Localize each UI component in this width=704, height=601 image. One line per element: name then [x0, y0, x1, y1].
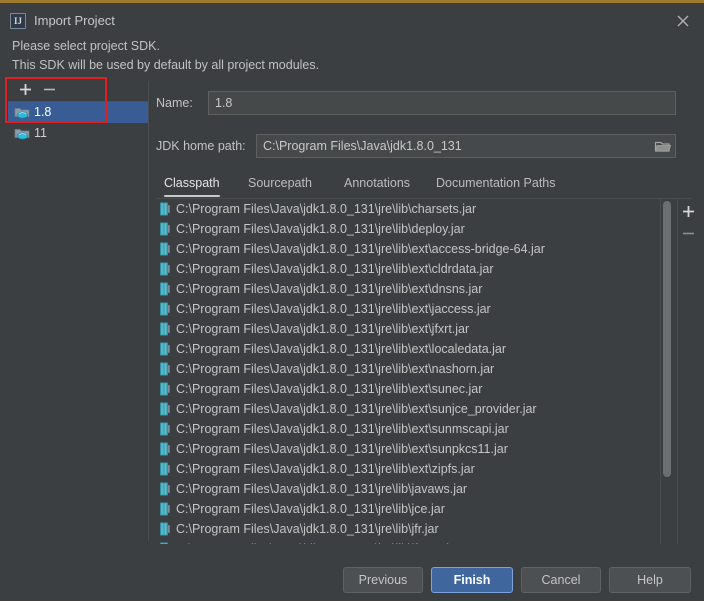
classpath-scrollbar[interactable]	[660, 199, 673, 544]
intellij-idea-icon: IJ	[10, 13, 26, 29]
classpath-entry[interactable]: C:\Program Files\Java\jdk1.8.0_131\jre\l…	[156, 339, 660, 359]
jar-file-icon	[158, 382, 172, 396]
classpath-entry-path: C:\Program Files\Java\jdk1.8.0_131\jre\l…	[176, 242, 545, 256]
classpath-entry-path: C:\Program Files\Java\jdk1.8.0_131\jre\l…	[176, 542, 460, 544]
jdk-folder-icon	[14, 126, 30, 141]
jar-file-icon	[158, 362, 172, 376]
finish-button[interactable]: Finish	[431, 567, 513, 593]
title-bar: IJ Import Project	[0, 6, 704, 36]
cancel-button[interactable]: Cancel	[521, 567, 601, 593]
classpath-entry[interactable]: C:\Program Files\Java\jdk1.8.0_131\jre\l…	[156, 499, 660, 519]
classpath-entry[interactable]: C:\Program Files\Java\jdk1.8.0_131\jre\l…	[156, 539, 660, 544]
sdk-details-pane: Name: 1.8 JDK home path: C:\Program File…	[156, 83, 694, 544]
jar-file-icon	[158, 202, 172, 216]
classpath-entry-path: C:\Program Files\Java\jdk1.8.0_131\jre\l…	[176, 222, 465, 236]
sdk-tree-item-label: 1.8	[34, 105, 52, 119]
import-project-dialog: IJ Import Project Please select project …	[0, 0, 704, 598]
classpath-entry-path: C:\Program Files\Java\jdk1.8.0_131\jre\l…	[176, 262, 494, 276]
classpath-entry-path: C:\Program Files\Java\jdk1.8.0_131\jre\l…	[176, 462, 475, 476]
jdk-home-path-input[interactable]: C:\Program Files\Java\jdk1.8.0_131	[256, 134, 676, 158]
classpath-entry-path: C:\Program Files\Java\jdk1.8.0_131\jre\l…	[176, 382, 483, 396]
jar-file-icon	[158, 282, 172, 296]
jar-file-icon	[158, 502, 172, 516]
jar-file-icon	[158, 242, 172, 256]
classpath-list-panel: C:\Program Files\Java\jdk1.8.0_131\jre\l…	[156, 198, 694, 544]
classpath-entry[interactable]: C:\Program Files\Java\jdk1.8.0_131\jre\l…	[156, 399, 660, 419]
classpath-entry[interactable]: C:\Program Files\Java\jdk1.8.0_131\jre\l…	[156, 239, 660, 259]
classpath-entry-path: C:\Program Files\Java\jdk1.8.0_131\jre\l…	[176, 342, 507, 356]
classpath-entry[interactable]: C:\Program Files\Java\jdk1.8.0_131\jre\l…	[156, 319, 660, 339]
sdk-tree-item-label: 11	[34, 126, 47, 140]
classpath-entry-path: C:\Program Files\Java\jdk1.8.0_131\jre\l…	[176, 442, 508, 456]
sdk-tree-item[interactable]: 11	[8, 123, 148, 144]
window-title: Import Project	[34, 13, 115, 28]
classpath-entry[interactable]: C:\Program Files\Java\jdk1.8.0_131\jre\l…	[156, 299, 660, 319]
tab-documentation-paths[interactable]: Documentation Paths	[436, 171, 556, 197]
folder-browse-icon[interactable]	[654, 138, 672, 154]
tab-annotations[interactable]: Annotations	[344, 171, 410, 197]
classpath-entry-path: C:\Program Files\Java\jdk1.8.0_131\jre\l…	[176, 282, 483, 296]
classpath-entry[interactable]: C:\Program Files\Java\jdk1.8.0_131\jre\l…	[156, 199, 660, 219]
jar-file-icon	[158, 482, 172, 496]
scrollbar-thumb[interactable]	[663, 201, 671, 477]
jar-file-icon	[158, 302, 172, 316]
sdk-tree[interactable]: 1.8 11	[8, 102, 148, 539]
panel-splitter[interactable]	[148, 81, 149, 541]
classpath-entry-path: C:\Program Files\Java\jdk1.8.0_131\jre\l…	[176, 522, 439, 536]
dialog-footer: Previous Finish Cancel Help	[0, 555, 704, 601]
classpath-entry[interactable]: C:\Program Files\Java\jdk1.8.0_131\jre\l…	[156, 439, 660, 459]
classpath-entry-path: C:\Program Files\Java\jdk1.8.0_131\jre\l…	[176, 322, 470, 336]
jar-file-icon	[158, 322, 172, 336]
jdk-folder-icon	[14, 105, 30, 120]
classpath-entry[interactable]: C:\Program Files\Java\jdk1.8.0_131\jre\l…	[156, 219, 660, 239]
classpath-entry[interactable]: C:\Program Files\Java\jdk1.8.0_131\jre\l…	[156, 259, 660, 279]
jar-file-icon	[158, 542, 172, 544]
jar-file-icon	[158, 402, 172, 416]
close-icon[interactable]	[674, 12, 692, 30]
add-sdk-button[interactable]	[17, 81, 34, 98]
name-label: Name:	[156, 96, 193, 110]
classpath-entry[interactable]: C:\Program Files\Java\jdk1.8.0_131\jre\l…	[156, 379, 660, 399]
list-divider	[677, 199, 678, 544]
sdk-tree-item[interactable]: 1.8	[8, 102, 148, 123]
classpath-entry[interactable]: C:\Program Files\Java\jdk1.8.0_131\jre\l…	[156, 479, 660, 499]
sdk-list-panel: 1.8 11	[8, 77, 148, 539]
classpath-entry[interactable]: C:\Program Files\Java\jdk1.8.0_131\jre\l…	[156, 419, 660, 439]
classpath-entry[interactable]: C:\Program Files\Java\jdk1.8.0_131\jre\l…	[156, 459, 660, 479]
classpath-entry-path: C:\Program Files\Java\jdk1.8.0_131\jre\l…	[176, 362, 495, 376]
jar-file-icon	[158, 222, 172, 236]
remove-classpath-button[interactable]	[680, 225, 697, 242]
jar-file-icon	[158, 342, 172, 356]
jdk-home-path-label: JDK home path:	[156, 139, 246, 153]
classpath-entry-path: C:\Program Files\Java\jdk1.8.0_131\jre\l…	[176, 422, 509, 436]
name-input[interactable]: 1.8	[208, 91, 676, 115]
description-line-2: This SDK will be used by default by all …	[12, 58, 320, 72]
jar-file-icon	[158, 522, 172, 536]
help-button[interactable]: Help	[609, 567, 691, 593]
jar-file-icon	[158, 262, 172, 276]
detail-tabs: Classpath Sourcepath Annotations Documentat…	[156, 171, 692, 197]
jar-file-icon	[158, 462, 172, 476]
add-classpath-button[interactable]	[680, 203, 697, 220]
classpath-list[interactable]: C:\Program Files\Java\jdk1.8.0_131\jre\l…	[156, 199, 660, 544]
remove-sdk-button[interactable]	[41, 81, 58, 98]
classpath-entry-path: C:\Program Files\Java\jdk1.8.0_131\jre\l…	[176, 402, 537, 416]
previous-button[interactable]: Previous	[343, 567, 423, 593]
jar-file-icon	[158, 442, 172, 456]
classpath-entry-path: C:\Program Files\Java\jdk1.8.0_131\jre\l…	[176, 302, 491, 316]
tab-sourcepath[interactable]: Sourcepath	[248, 171, 312, 197]
classpath-entry[interactable]: C:\Program Files\Java\jdk1.8.0_131\jre\l…	[156, 279, 660, 299]
jar-file-icon	[158, 422, 172, 436]
classpath-entry[interactable]: C:\Program Files\Java\jdk1.8.0_131\jre\l…	[156, 359, 660, 379]
classpath-entry-path: C:\Program Files\Java\jdk1.8.0_131\jre\l…	[176, 482, 468, 496]
description-line-1: Please select project SDK.	[12, 39, 160, 53]
classpath-entry[interactable]: C:\Program Files\Java\jdk1.8.0_131\jre\l…	[156, 519, 660, 539]
sdk-toolbar	[8, 77, 148, 102]
classpath-entry-path: C:\Program Files\Java\jdk1.8.0_131\jre\l…	[176, 202, 477, 216]
classpath-entry-path: C:\Program Files\Java\jdk1.8.0_131\jre\l…	[176, 502, 445, 516]
tab-classpath[interactable]: Classpath	[164, 171, 220, 197]
